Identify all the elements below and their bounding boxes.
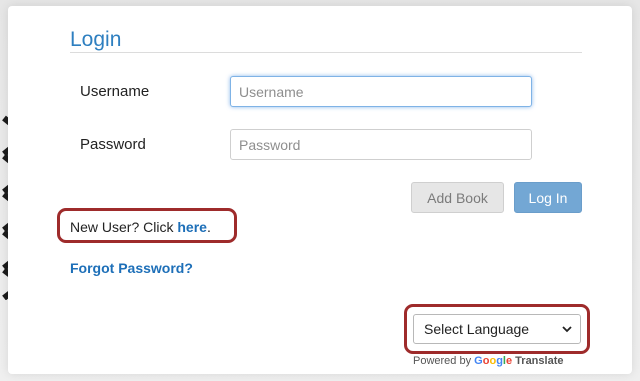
page-background: Login Username Password Add Book Log In … [0, 0, 640, 381]
translate-link[interactable]: Translate [515, 355, 563, 367]
highlight-language-select [404, 304, 590, 354]
forgot-password-link[interactable]: Forgot Password? [70, 260, 193, 276]
google-letter: g [496, 355, 503, 367]
powered-by-text: Powered by [413, 355, 475, 367]
google-letter: G [474, 355, 483, 367]
powered-by-google-translate: Powered by Google Translate [413, 355, 563, 367]
google-letter: e [505, 355, 513, 367]
add-book-button[interactable]: Add Book [411, 182, 504, 213]
title-divider [70, 52, 582, 53]
google-logo: Google [474, 355, 512, 367]
highlight-new-user [57, 208, 237, 243]
username-label: Username [80, 83, 150, 100]
password-input[interactable] [230, 129, 532, 160]
login-title: Login [70, 28, 122, 51]
log-in-button[interactable]: Log In [514, 182, 582, 213]
username-input[interactable] [230, 76, 532, 107]
password-label: Password [80, 136, 146, 153]
